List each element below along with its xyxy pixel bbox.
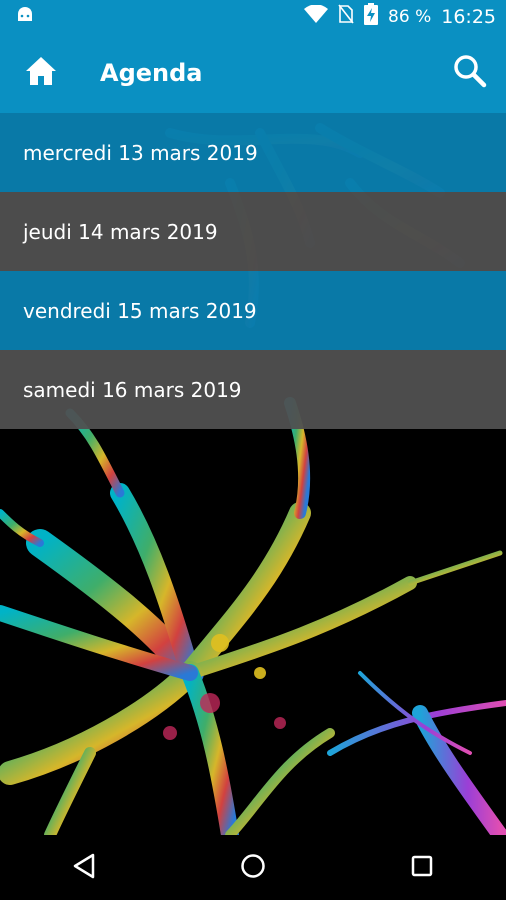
list-item-day-2[interactable]: vendredi 15 mars 2019 (0, 271, 506, 350)
clock-time: 16:25 (441, 5, 496, 28)
search-icon (453, 54, 487, 92)
recents-button[interactable] (392, 838, 452, 898)
recents-square-icon (410, 854, 434, 882)
page-title: Agenda (100, 59, 203, 87)
battery-charging-icon (364, 3, 379, 30)
home-circle-icon (240, 853, 266, 883)
day-label: vendredi 15 mars 2019 (23, 298, 257, 323)
wifi-icon (304, 4, 329, 28)
back-button[interactable] (54, 838, 114, 898)
no-sim-icon (338, 4, 354, 29)
system-nav-bar (0, 835, 506, 900)
list-item-day-1[interactable]: jeudi 14 mars 2019 (0, 192, 506, 271)
search-button[interactable] (448, 51, 492, 95)
home-button[interactable] (20, 52, 62, 94)
back-triangle-icon (71, 853, 97, 883)
day-label: jeudi 14 mars 2019 (23, 219, 218, 244)
nav-home-button[interactable] (223, 838, 283, 898)
day-label: samedi 16 mars 2019 (23, 377, 242, 402)
app-bar: Agenda (0, 33, 506, 113)
home-icon (24, 55, 58, 91)
status-bar: 86 % 16:25 (0, 0, 506, 33)
android-icon (16, 6, 34, 27)
day-label: mercredi 13 mars 2019 (23, 140, 258, 165)
list-item-day-3[interactable]: samedi 16 mars 2019 (0, 350, 506, 429)
list-item-day-0[interactable]: mercredi 13 mars 2019 (0, 113, 506, 192)
battery-percent: 86 % (388, 6, 432, 27)
agenda-day-list: mercredi 13 mars 2019 jeudi 14 mars 2019… (0, 113, 506, 429)
